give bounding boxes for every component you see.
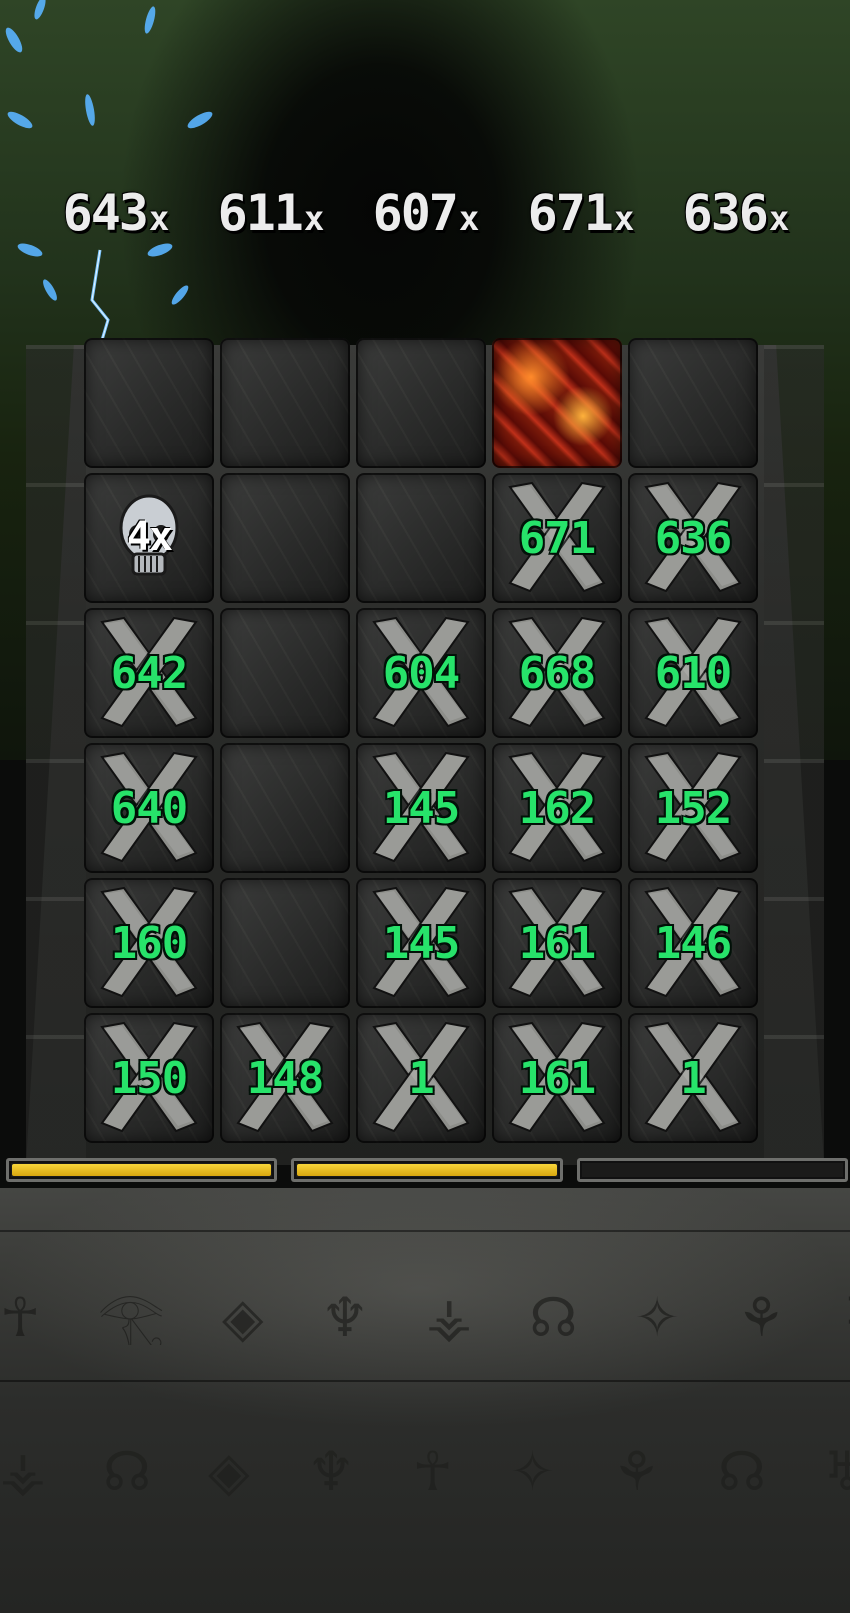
revealed-tile[interactable]: 640 [84,743,214,873]
revealed-tile[interactable]: 1 [356,1013,486,1143]
revealed-tile[interactable]: 145 [356,878,486,1008]
revealed-tile[interactable]: 160 [84,878,214,1008]
tile-value: 161 [518,1052,596,1104]
tile-value: 1 [408,1052,434,1104]
tile-value: 152 [654,782,732,834]
revealed-tile[interactable]: 642 [84,608,214,738]
tile-value: 642 [110,647,188,699]
revealed-tile[interactable]: 604 [356,608,486,738]
revealed-tile[interactable]: 145 [356,743,486,873]
tile-value: 160 [110,917,188,969]
tile-value: 145 [382,917,460,969]
hieroglyph-carving: ☥ 𓂀 ◈ ♆ ⚶ ☊ ✧ ⚘ ♅ ☥ [0,1286,850,1345]
stone-tile[interactable] [628,338,758,468]
skull-tile[interactable]: 4x [84,473,214,603]
tile-value: 1 [680,1052,706,1104]
revealed-tile[interactable]: 162 [492,743,622,873]
tile-value: 161 [518,917,596,969]
revealed-tile[interactable]: 161 [492,878,622,1008]
tile-value: 146 [654,917,732,969]
column-multiplier-1: 643x [62,184,170,242]
tile-value: 668 [518,647,596,699]
progress-bar-fill-1 [12,1164,272,1176]
stone-tile[interactable] [220,743,350,873]
revealed-tile[interactable]: 671 [492,473,622,603]
column-multiplier-3: 607x [372,184,480,242]
revealed-tile[interactable]: 161 [492,1013,622,1143]
revealed-tile[interactable]: 152 [628,743,758,873]
base-divider [0,1230,850,1232]
tile-value: 640 [110,782,188,834]
stone-tile[interactable] [220,473,350,603]
progress-bar-1 [6,1158,278,1182]
tile-value: 636 [654,512,732,564]
revealed-tile[interactable]: 636 [628,473,758,603]
stone-tile[interactable] [356,473,486,603]
lava-tile[interactable] [492,338,622,468]
revealed-tile[interactable]: 610 [628,608,758,738]
game-grid: 4x 671 636 642 604 668 610 640 145 162 152 160 145 16… [84,338,766,1146]
revealed-tile[interactable]: 148 [220,1013,350,1143]
column-multiplier-4: 671x [527,184,635,242]
stone-tile[interactable] [220,338,350,468]
column-multipliers: 643x 611x 607x 671x 636x [40,178,810,248]
tile-value: 148 [246,1052,324,1104]
progress-bar-2 [291,1158,563,1182]
revealed-tile[interactable]: 668 [492,608,622,738]
stone-tile[interactable] [356,338,486,468]
progress-bar-fill-2 [297,1164,557,1176]
progress-bar-3 [576,1158,848,1182]
skull-multiplier: 4x [109,488,189,588]
tower-right-pillar [764,345,824,1165]
stone-tile[interactable] [220,878,350,1008]
progress-bars [6,1158,848,1188]
stone-tile[interactable] [220,608,350,738]
stone-tile[interactable] [84,338,214,468]
tile-value: 671 [518,512,596,564]
column-multiplier-5: 636x [682,184,790,242]
revealed-tile[interactable]: 150 [84,1013,214,1143]
column-multiplier-2: 611x [217,184,325,242]
stone-base [0,1188,850,1613]
tile-value: 145 [382,782,460,834]
tile-value: 162 [518,782,596,834]
tower-left-pillar [26,345,86,1165]
tile-value: 604 [382,647,460,699]
tile-value: 150 [110,1052,188,1104]
skull-multiplier-label: 4x [126,514,173,560]
revealed-tile[interactable]: 146 [628,878,758,1008]
tile-value: 610 [654,647,732,699]
revealed-tile[interactable]: 1 [628,1013,758,1143]
hieroglyph-carving: ⚶ ☊ ◈ ♆ ☥ ✧ ⚘ ☊ ♅ ◈ [0,1440,850,1503]
base-divider [0,1380,850,1382]
